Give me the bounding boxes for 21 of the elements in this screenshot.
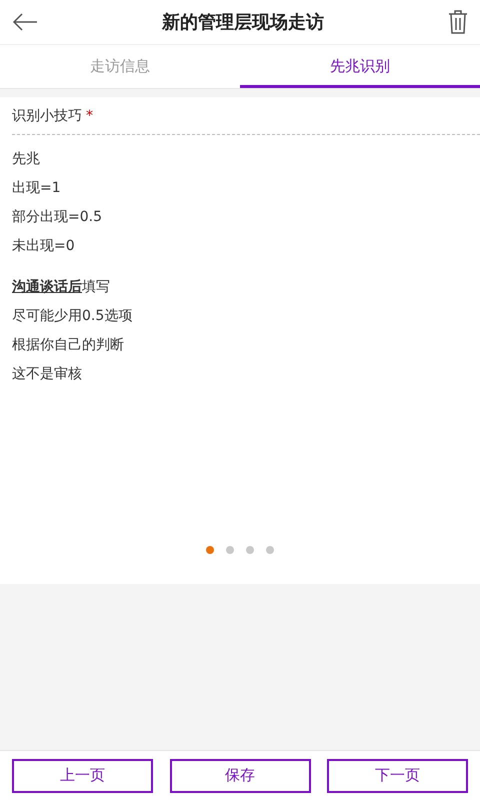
footer-button[interactable]: 下一页 (327, 758, 468, 792)
page-dot[interactable] (246, 546, 254, 554)
trash-icon[interactable] (448, 10, 468, 34)
tip-text: 尽可能少用0.5选项 (12, 307, 134, 326)
field-label: 识别小技巧 (12, 108, 82, 124)
tip-text: 先兆 (12, 150, 41, 169)
required-mark: * (86, 108, 93, 124)
footer-button[interactable]: 保存 (170, 758, 310, 792)
tip-text: 沟通谈话后填写 (12, 278, 111, 297)
page-dot[interactable] (206, 546, 214, 554)
tip-text: 根据你自己的判断 (12, 336, 125, 355)
tab[interactable]: 先兆识别 (240, 45, 480, 88)
tip-text: 部分出现=0.5 (12, 208, 103, 227)
tip-text: 出现=1 (12, 179, 62, 198)
page-dot[interactable] (226, 546, 234, 554)
page-dot[interactable] (266, 546, 274, 554)
page-title: 新的管理层现场走访 (162, 11, 324, 34)
footer-button[interactable]: 上一页 (12, 758, 153, 792)
tip-text: 未出现=0 (12, 237, 76, 256)
back-icon[interactable] (12, 12, 38, 32)
tip-text: 这不是审核 (12, 365, 83, 384)
